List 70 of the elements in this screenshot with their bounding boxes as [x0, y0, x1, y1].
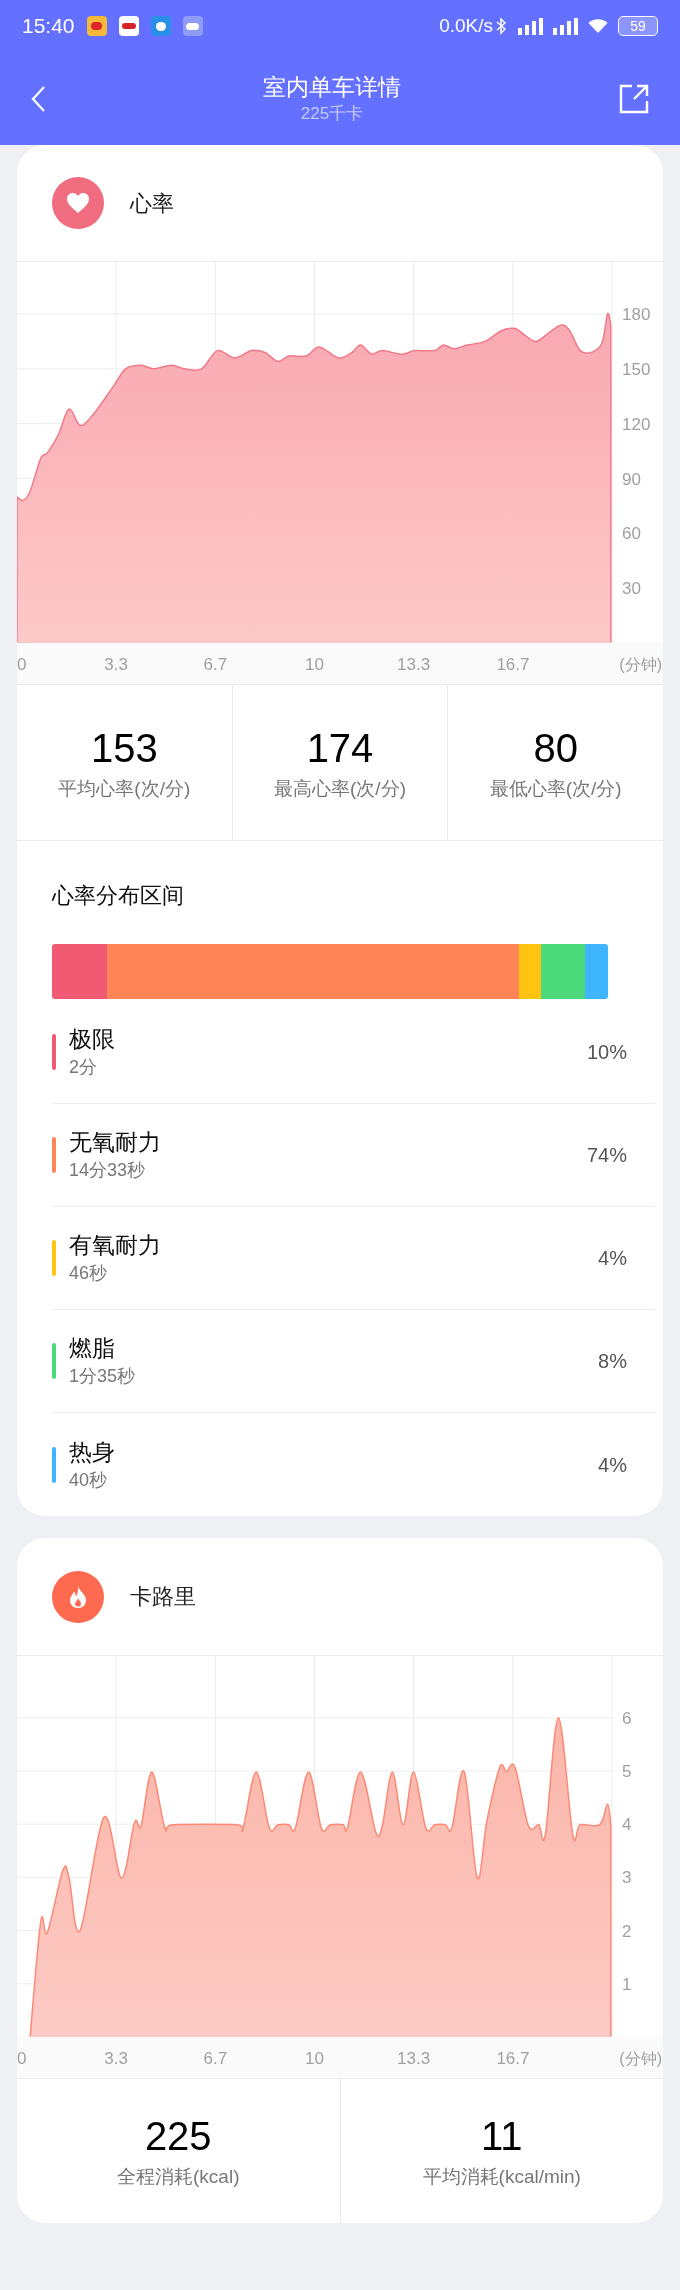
stat-label: 平均心率(次/分)	[58, 776, 191, 801]
axis-tick-label: 90	[622, 469, 641, 489]
flame-icon	[52, 1570, 104, 1623]
zone-duration: 1分35秒	[69, 1365, 136, 1388]
axis-tick-label: 16.7	[496, 2049, 530, 2068]
axis-tick-label: 3.3	[104, 2049, 128, 2068]
stat-label: 最高心率(次/分)	[274, 776, 406, 801]
signal-icon	[553, 17, 578, 35]
page-title: 室内单车详情	[263, 72, 401, 102]
app-notification-icon	[150, 16, 171, 36]
network-speed: 0.0K/s	[439, 13, 493, 38]
axis-tick-label: 10	[305, 655, 324, 674]
wifi-icon	[588, 18, 608, 34]
zone-duration: 2分	[69, 1056, 98, 1079]
zone-name: 燃脂	[69, 1334, 116, 1363]
app-notification-icon	[86, 16, 107, 36]
back-icon[interactable]	[30, 84, 46, 113]
card-title: 心率	[130, 189, 174, 218]
axis-tick-label: 3.3	[104, 655, 128, 674]
bluetooth-icon	[496, 17, 506, 35]
zone-duration: 46秒	[69, 1262, 109, 1285]
axis-tick-label: 2	[622, 1921, 632, 1941]
zone-percentage: 10%	[586, 1040, 627, 1065]
signal-icon	[518, 17, 543, 35]
zone-percentage: 8%	[598, 1349, 627, 1374]
axis-tick-label: 6.7	[203, 2049, 228, 2068]
axis-tick-label: 30	[622, 579, 641, 599]
axis-tick-label: 13.3	[397, 655, 431, 674]
axis-tick-label: 16.7	[496, 655, 530, 674]
stat-value: 80	[533, 724, 578, 772]
axis-tick-label: 1	[622, 1974, 632, 1994]
axis-tick-label: 13.3	[397, 2049, 431, 2068]
axis-tick-label: 6	[622, 1708, 632, 1728]
axis-tick-label: 60	[622, 524, 641, 544]
app-notification-icon	[182, 16, 203, 36]
axis-tick-label: 10	[305, 2049, 324, 2068]
axis-tick-label: 150	[622, 359, 651, 379]
battery-icon: 59	[618, 16, 658, 36]
zone-percentage: 4%	[598, 1452, 627, 1478]
zone-name: 热身	[69, 1437, 115, 1467]
share-icon[interactable]	[618, 82, 650, 115]
zone-percentage: 4%	[598, 1246, 627, 1271]
app-notification-icon	[118, 16, 139, 36]
stat-value: 174	[306, 724, 374, 772]
axis-tick-label: 4	[622, 1815, 632, 1835]
axis-tick-label: 120	[622, 414, 651, 434]
page-subtitle: 225千卡	[300, 102, 364, 125]
stat-value: 225	[144, 2113, 212, 2160]
status-time: 15:40	[22, 13, 75, 40]
zone-name: 有氧耐力	[69, 1231, 161, 1260]
axis-tick-label: 5	[622, 1762, 632, 1781]
axis-tick-label: 0	[17, 655, 27, 674]
zone-name: 无氧耐力	[69, 1128, 161, 1157]
stat-label: 平均消耗(kcal/min)	[422, 2165, 581, 2189]
stat-value: 153	[90, 724, 158, 772]
zone-duration: 14分33秒	[69, 1159, 147, 1182]
section-heading: 心率分布区间	[50, 882, 185, 910]
axis-tick-label: 6.7	[203, 655, 228, 674]
stat-value: 11	[481, 2113, 523, 2160]
zone-percentage: 74%	[586, 1143, 627, 1168]
axis-tick-label: 0	[17, 2049, 27, 2068]
stat-label: 全程消耗(kcal)	[117, 2165, 240, 2189]
axis-tick-label: 3	[622, 1868, 632, 1888]
zone-name: 极限	[69, 1025, 115, 1054]
zone-duration: 40秒	[69, 1468, 109, 1492]
axis-unit-label: (分钟)	[619, 2050, 662, 2067]
axis-tick-label: 180	[622, 305, 651, 324]
card-title: 卡路里	[130, 1583, 196, 1611]
stat-label: 最低心率(次/分)	[489, 776, 622, 801]
axis-unit-label: (分钟)	[619, 656, 662, 673]
